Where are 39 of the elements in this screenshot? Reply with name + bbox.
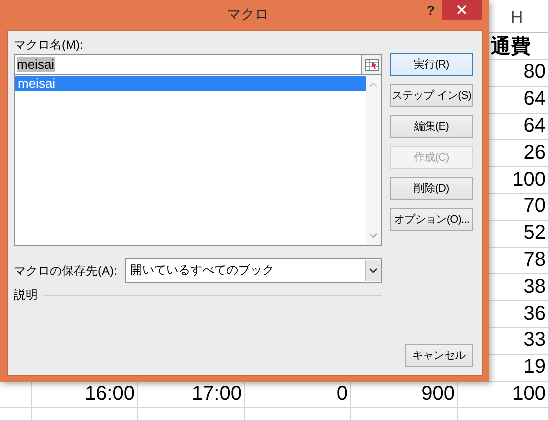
list-item[interactable]: meisai	[15, 76, 366, 91]
dialog-button[interactable]: ステップ イン(S)	[390, 84, 473, 107]
table-cell: 0	[336, 382, 348, 406]
dialog-button[interactable]: 編集(E)	[390, 115, 473, 138]
cancel-button[interactable]: キャンセル	[405, 344, 473, 367]
table-cell: 100	[512, 168, 546, 192]
macro-name-field[interactable]: meisai	[14, 54, 362, 75]
chevron-down-icon[interactable]	[369, 268, 378, 274]
table-cell	[0, 408, 32, 421]
table-cell: 52	[524, 222, 546, 246]
table-cell: 100	[512, 382, 546, 406]
store-in-label: マクロの保存先(A):	[14, 262, 118, 278]
table-cell: 38	[524, 276, 546, 299]
table-cell: 26	[524, 142, 546, 165]
macro-name-label: マクロ名(M):	[14, 37, 84, 53]
help-button[interactable]: ?	[427, 3, 435, 18]
table-cell: 70	[524, 195, 546, 218]
table-cell: 78	[524, 248, 546, 272]
table-cell: 33	[524, 329, 546, 352]
close-icon	[457, 5, 467, 15]
close-button[interactable]	[442, 0, 482, 20]
description-label: 説明	[14, 287, 38, 303]
column-heading-cell-text: 通費	[491, 34, 531, 60]
table-cell: 64	[524, 88, 546, 112]
table-cell: 900	[422, 382, 455, 406]
table-cell: 64	[524, 114, 546, 138]
column-header[interactable]: H	[510, 8, 524, 28]
window-title: マクロ	[227, 6, 269, 24]
dialog-button[interactable]: 削除(D)	[390, 177, 473, 200]
table-cell: 36	[524, 302, 546, 326]
table-cell: 80	[524, 61, 546, 84]
store-in-dropdown[interactable]: 開いているすべてのブック	[125, 258, 382, 283]
table-cell: 19	[524, 356, 546, 380]
dialog-button[interactable]: 実行(R)	[390, 53, 473, 76]
table-cell: 16:00	[84, 382, 135, 406]
macro-list[interactable]: meisai	[14, 75, 382, 246]
range-picker-icon[interactable]	[361, 54, 382, 75]
dialog-button[interactable]: オプション(O)...	[390, 208, 473, 231]
table-cell: 17:00	[192, 382, 242, 406]
